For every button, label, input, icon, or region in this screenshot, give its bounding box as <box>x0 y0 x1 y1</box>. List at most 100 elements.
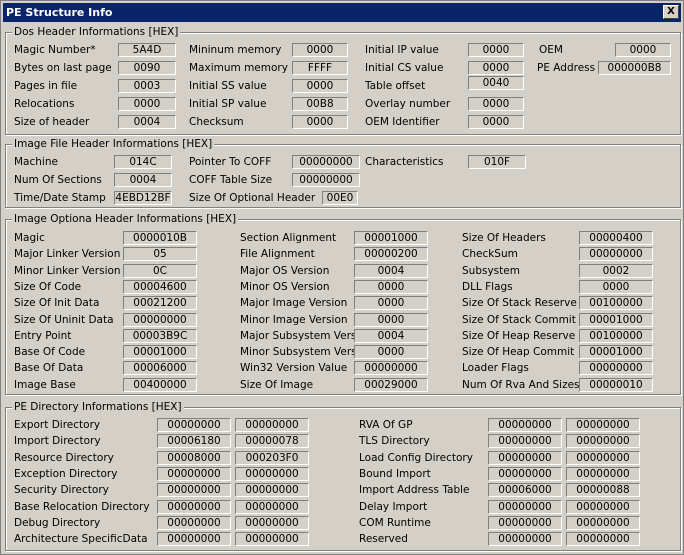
initial-sp-value-value: 00B8 <box>292 97 348 111</box>
file-header-legend: Image File Header Informations [HEX] <box>12 138 215 150</box>
directory-legend: PE Directory Informations [HEX] <box>12 401 184 413</box>
security-directory-value-2: 00000000 <box>235 483 309 498</box>
coff-table-size-value: 00000000 <box>292 173 360 187</box>
major-image-version-value: 0000 <box>354 296 428 311</box>
import-directory-value-2: 00000078 <box>235 434 309 449</box>
size-of-image-label: Size Of Image <box>240 378 314 391</box>
num-of-rva-and-sizes-label: Num Of Rva And Sizes <box>462 378 580 391</box>
architecture-specificdata-label: Architecture SpecificData <box>14 533 148 546</box>
tls-directory-value: 00000000 <box>488 434 562 449</box>
base-of-data-label: Base Of Data <box>14 362 84 375</box>
entry-point-label: Entry Point <box>14 329 72 342</box>
size-of-heap-reserve-value: 00100000 <box>579 328 653 343</box>
table-offset-label: Table offset <box>365 80 426 92</box>
magic-number-label: Magic Number* <box>14 44 96 56</box>
bound-import-value-2: 00000000 <box>566 466 640 481</box>
export-directory-label: Export Directory <box>14 419 101 431</box>
size-of-init-data-value: 00021200 <box>123 296 197 311</box>
file-alignment-value: 00000200 <box>354 247 428 262</box>
major-linker-version-label: Major Linker Version <box>14 248 121 261</box>
checksum-label: CheckSum <box>462 248 518 261</box>
relocations-value: 0000 <box>118 97 176 111</box>
num-of-sections-label: Num Of Sections <box>14 174 102 186</box>
architecture-specificdata-value-2: 00000000 <box>235 532 309 547</box>
size-of-heap-commit-label: Size Of Heap Commit <box>462 346 575 359</box>
dos-header-legend: Dos Header Informations [HEX] <box>12 26 181 38</box>
base-of-code-value: 00001000 <box>123 345 197 360</box>
size-of-optional-header-label: Size Of Optional Header <box>189 192 316 204</box>
export-directory-value: 00000000 <box>157 418 231 432</box>
overlay-number-value: 0000 <box>468 97 524 111</box>
subsystem-value: 0002 <box>579 263 653 278</box>
machine-label: Machine <box>14 156 58 168</box>
characteristics-value: 010F <box>468 155 526 169</box>
magic-label: Magic <box>14 232 45 244</box>
num-of-rva-and-sizes-value: 00000010 <box>579 377 653 392</box>
subsystem-label: Subsystem <box>462 264 520 277</box>
minor-linker-version-label: Minor Linker Version <box>14 264 121 277</box>
machine-value: 014C <box>114 155 172 169</box>
loader-flags-value: 00000000 <box>579 361 653 376</box>
minor-linker-version-value: 0C <box>123 263 197 278</box>
size-of-stack-commit-label: Size Of Stack Commit <box>462 313 576 326</box>
size-of-headers-label: Size Of Headers <box>462 232 546 244</box>
size-of-code-value: 00004600 <box>123 279 197 294</box>
time-date-stamp-value: 4EBD12BF <box>114 191 172 205</box>
major-image-version-label: Major Image Version <box>240 297 348 310</box>
exception-directory-label: Exception Directory <box>14 467 118 480</box>
close-button[interactable]: X <box>663 5 679 19</box>
minor-subsystem-version-value: 0000 <box>354 345 428 360</box>
table-offset-value: 0040 <box>468 76 524 90</box>
initial-sp-value-label: Initial SP value <box>189 98 267 110</box>
delay-import-label: Delay Import <box>359 500 428 513</box>
major-os-version-label: Major OS Version <box>240 264 330 277</box>
reserved-label: Reserved <box>359 533 408 546</box>
coff-table-size-label: COFF Table Size <box>189 174 273 186</box>
oem-identifier-label: OEM Identifier <box>365 116 440 128</box>
import-directory-label: Import Directory <box>14 435 101 448</box>
image-base-value: 00400000 <box>123 377 197 392</box>
dos-header-group: Dos Header Informations [HEX] Magic Numb… <box>5 26 681 135</box>
pages-in-file-value: 0003 <box>118 79 176 93</box>
directory-group: PE Directory Informations [HEX] Export D… <box>5 401 681 551</box>
exception-directory-value-2: 00000000 <box>235 466 309 481</box>
time-date-stamp-label: Time/Date Stamp <box>14 192 106 204</box>
win32-version-value-label: Win32 Version Value <box>240 362 348 375</box>
tls-directory-value-2: 00000000 <box>566 434 640 449</box>
load-config-directory-value-2: 00000000 <box>566 450 640 465</box>
com-runtime-value-2: 00000000 <box>566 515 640 530</box>
size-of-heap-reserve-label: Size Of Heap Reserve <box>462 329 576 342</box>
size-of-uninit-data-value: 00000000 <box>123 312 197 327</box>
debug-directory-value: 00000000 <box>157 515 231 530</box>
rva-of-gp-value-2: 00000000 <box>566 418 640 432</box>
bytes-on-last-page-value: 0090 <box>118 61 176 75</box>
maximum-memory-value: FFFF <box>292 61 348 75</box>
size-of-image-value: 00029000 <box>354 377 428 392</box>
minor-image-version-value: 0000 <box>354 312 428 327</box>
section-alignment-label: Section Alignment <box>240 232 337 244</box>
magic-number-value: 5A4D <box>118 43 176 57</box>
size-of-code-label: Size Of Code <box>14 280 82 293</box>
pe-address-value: 000000B8 <box>598 61 671 75</box>
oem-label: OEM <box>539 44 563 56</box>
dll-flags-label: DLL Flags <box>462 280 513 293</box>
size-of-stack-reserve-value: 00100000 <box>579 296 653 311</box>
oem-value: 0000 <box>615 43 671 57</box>
minor-os-version-label: Minor OS Version <box>240 280 330 293</box>
import-address-table-label: Import Address Table <box>359 484 470 497</box>
size-of-stack-commit-value: 00001000 <box>579 312 653 327</box>
initial-cs-value-value: 0000 <box>468 61 524 75</box>
size-of-init-data-label: Size Of Init Data <box>14 297 100 310</box>
pointer-to-coff-label: Pointer To COFF <box>189 156 272 168</box>
loader-flags-label: Loader Flags <box>462 362 529 375</box>
size-of-optional-header-value: 00E0 <box>322 191 358 205</box>
dll-flags-value: 0000 <box>579 279 653 294</box>
delay-import-value: 00000000 <box>488 499 562 514</box>
security-directory-label: Security Directory <box>14 484 109 497</box>
section-alignment-value: 00001000 <box>354 231 428 245</box>
com-runtime-label: COM Runtime <box>359 516 431 529</box>
delay-import-value-2: 00000000 <box>566 499 640 514</box>
num-of-sections-value: 0004 <box>114 173 172 187</box>
debug-directory-label: Debug Directory <box>14 516 101 529</box>
base-of-data-value: 00006000 <box>123 361 197 376</box>
